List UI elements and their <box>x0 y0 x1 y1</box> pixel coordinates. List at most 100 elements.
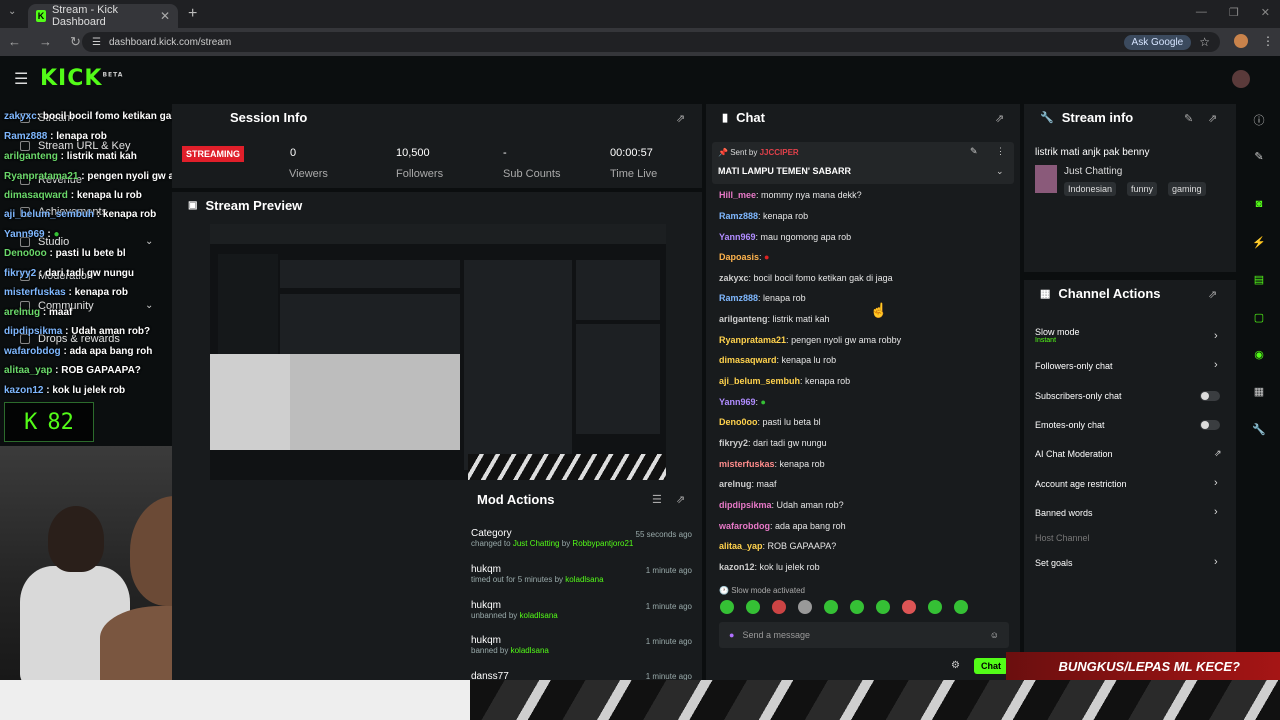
chat-message[interactable]: Yann969: mau ngomong apa rob <box>719 232 851 242</box>
community-chevron-down-icon[interactable]: ⌄ <box>145 300 153 311</box>
ai-chat-moderation-setting[interactable]: AI Chat Moderation <box>1035 449 1113 459</box>
stream-preview-video[interactable] <box>210 224 666 480</box>
emote-icon[interactable] <box>928 600 942 614</box>
minimize-icon[interactable]: — <box>1196 6 1207 19</box>
chevron-right-icon[interactable]: › <box>1214 556 1218 568</box>
chat-username[interactable]: misterfuskas <box>719 459 775 469</box>
chat-message[interactable]: dimasaqward: kenapa lu rob <box>719 355 836 365</box>
forward-icon[interactable]: → <box>39 34 52 50</box>
emote-icon[interactable] <box>824 600 838 614</box>
emote-icon[interactable] <box>876 600 890 614</box>
chat-message[interactable]: alitaa_yap: ROB GAPAAPA? <box>719 541 836 551</box>
chat-username[interactable]: Yann969 <box>719 397 756 407</box>
chat-settings-gear-icon[interactable]: ⚙ <box>951 660 960 671</box>
kick-logo[interactable]: KICKBETA <box>40 66 123 91</box>
chat-username[interactable]: Dapoasis <box>719 252 759 262</box>
tab-list-button[interactable]: ⌄ <box>8 6 16 17</box>
subscribers-only-toggle[interactable] <box>1200 391 1220 401</box>
emote-icon[interactable] <box>772 600 786 614</box>
wrench-icon[interactable]: 🔧 <box>1252 423 1266 437</box>
emote-icon[interactable] <box>850 600 864 614</box>
chat-username[interactable]: dipdipsikma <box>719 500 772 510</box>
chat-username[interactable]: Hill_mee <box>719 190 756 200</box>
chat-message[interactable]: arilganteng: listrik mati kah <box>719 314 830 324</box>
mic-icon[interactable]: ● <box>729 630 734 640</box>
info-icon[interactable]: ⓘ <box>1252 112 1266 127</box>
popout-icon[interactable]: ⇗ <box>676 112 685 125</box>
edit-pencil-icon[interactable]: ✎ <box>1184 112 1193 125</box>
emote-icon[interactable] <box>720 600 734 614</box>
stream-tag[interactable]: Indonesian <box>1064 182 1117 196</box>
chat-username[interactable]: Ramz888 <box>719 293 758 303</box>
new-tab-icon[interactable]: + <box>188 5 197 23</box>
chat-message[interactable]: misterfuskas: kenapa rob <box>719 459 825 469</box>
emote-icon[interactable] <box>902 600 916 614</box>
chevron-down-icon[interactable]: ⌄ <box>996 166 1004 177</box>
url-field[interactable]: ☰ dashboard.kick.com/stream Ask Google ☆ <box>82 32 1220 52</box>
chat-message[interactable]: zakyxc: bocil bocil fomo ketikan gak di … <box>719 273 893 283</box>
hamburger-menu-icon[interactable]: ☰ <box>14 69 28 89</box>
chat-username[interactable]: Ryanpratama21 <box>719 335 786 345</box>
layout-icon[interactable]: ▦ <box>1252 385 1266 399</box>
chevron-right-icon[interactable]: › <box>1214 330 1218 342</box>
emotes-only-toggle[interactable] <box>1200 420 1220 430</box>
account-age-setting[interactable]: Account age restriction <box>1035 479 1127 489</box>
chat-message[interactable]: Deno0oo: pasti lu beta bl <box>719 417 821 427</box>
banned-words-setting[interactable]: Banned words <box>1035 508 1093 518</box>
chat-message[interactable]: wafarobdog: ada apa bang roh <box>719 521 846 531</box>
chat-username[interactable]: Ramz888 <box>719 211 758 221</box>
emoji-icon[interactable]: ☺ <box>990 630 999 640</box>
filter-icon[interactable]: ☰ <box>652 493 662 506</box>
emote-icon[interactable] <box>954 600 968 614</box>
chat-username[interactable]: alitaa_yap <box>719 541 763 551</box>
chat-message[interactable]: fikryy2: dari tadi gw nungu <box>719 438 827 448</box>
popout-icon[interactable]: ⇗ <box>1208 288 1217 301</box>
pinned-message[interactable]: 📌 Sent by JJCCIPER MATI LAMPU TEMEN' SAB… <box>712 142 1014 184</box>
chat-message[interactable]: Ramz888: lenapa rob <box>719 293 806 303</box>
chat-message[interactable]: kazon12: kok lu jelek rob <box>719 562 820 572</box>
slow-mode-setting[interactable]: Slow mode Instant <box>1035 327 1080 344</box>
browser-menu-icon[interactable]: ⋮ <box>1262 34 1274 48</box>
chevron-right-icon[interactable]: › <box>1214 477 1218 489</box>
chat-message[interactable]: Ryanpratama21: pengen nyoli gw ama robby <box>719 335 901 345</box>
back-icon[interactable]: ← <box>8 34 21 50</box>
user-avatar[interactable] <box>1232 70 1250 88</box>
close-window-icon[interactable]: ✕ <box>1261 6 1270 19</box>
site-info-icon[interactable]: ☰ <box>92 37 101 48</box>
chevron-right-icon[interactable]: › <box>1214 359 1218 371</box>
chat-message[interactable]: dipdipsikma: Udah aman rob? <box>719 500 844 510</box>
chat-username[interactable]: Deno0oo <box>719 417 758 427</box>
browser-tab[interactable]: K Stream - Kick Dashboard ✕ <box>28 4 178 28</box>
bookmark-star-icon[interactable]: ☆ <box>1199 35 1210 49</box>
category-name[interactable]: Just Chatting <box>1064 166 1122 177</box>
close-tab-icon[interactable]: ✕ <box>160 9 170 23</box>
camera-icon[interactable]: ◙ <box>1252 198 1266 212</box>
popout-icon[interactable]: ⇗ <box>676 493 685 506</box>
lightning-icon[interactable]: ⚡ <box>1252 236 1266 250</box>
pinned-menu-icon[interactable]: ⋮ <box>996 146 1005 157</box>
chat-message-input[interactable]: ● Send a message ☺ <box>719 622 1009 648</box>
chat-message[interactable]: Hill_mee: mommy nya mana dekk? <box>719 190 862 200</box>
studio-chevron-down-icon[interactable]: ⌄ <box>145 236 153 247</box>
chat-icon[interactable]: ▢ <box>1252 311 1266 325</box>
chat-username[interactable]: wafarobdog <box>719 521 770 531</box>
external-link-icon[interactable]: ⇗ <box>1214 448 1222 459</box>
chat-username[interactable]: arilganteng <box>719 314 768 324</box>
send-chat-button[interactable]: Chat <box>974 658 1008 674</box>
browser-profile-avatar[interactable] <box>1234 34 1248 48</box>
popout-icon[interactable]: ⇗ <box>995 112 1004 125</box>
chevron-right-icon[interactable]: › <box>1214 506 1218 518</box>
chat-message[interactable]: Ramz888: kenapa rob <box>719 211 808 221</box>
chat-message[interactable]: arelnug: maaf <box>719 479 777 489</box>
set-goals-setting[interactable]: Set goals <box>1035 558 1073 568</box>
chat-message[interactable]: Yann969: ● <box>719 397 766 407</box>
maximize-icon[interactable]: ❐ <box>1229 6 1239 19</box>
edit-pencil-icon[interactable]: ✎ <box>1252 150 1266 164</box>
chat-message[interactable]: Dapoasis: ● <box>719 252 769 262</box>
chat-username[interactable]: fikryy2 <box>719 438 748 448</box>
emote-icon[interactable] <box>746 600 760 614</box>
followers-only-setting[interactable]: Followers-only chat <box>1035 361 1113 371</box>
stream-tag[interactable]: funny <box>1127 182 1158 196</box>
chat-username[interactable]: zakyxc <box>719 273 749 283</box>
chat-username[interactable]: Yann969 <box>719 232 756 242</box>
